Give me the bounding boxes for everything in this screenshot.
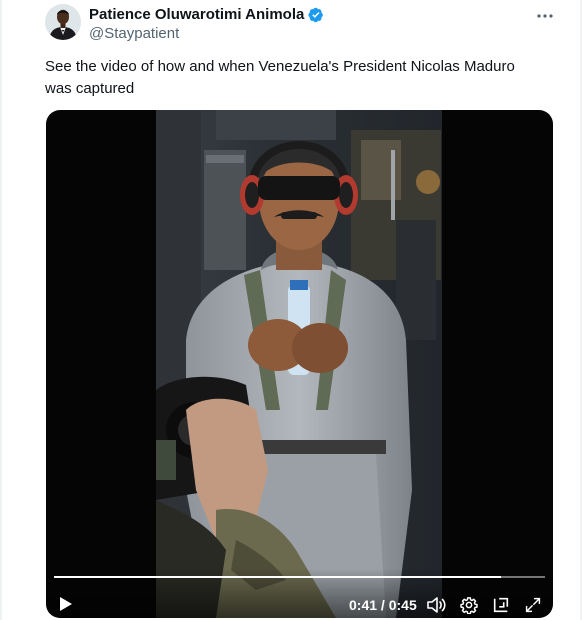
video-controls: 0:41 / 0:45	[46, 568, 553, 618]
video-frame-image	[156, 110, 442, 618]
video-progress-bar[interactable]	[54, 576, 545, 578]
video-time: 0:41 / 0:45	[349, 596, 417, 614]
author-name[interactable]: Patience Oluwarotimi Animola	[89, 6, 304, 24]
picture-in-picture-button[interactable]	[490, 594, 512, 616]
play-button[interactable]	[54, 592, 78, 616]
video-duration: 0:45	[388, 597, 417, 613]
avatar[interactable]	[45, 4, 81, 40]
settings-gear-icon	[460, 597, 478, 614]
settings-button[interactable]	[458, 594, 480, 616]
video-progress-fill	[54, 576, 502, 578]
tweet-card[interactable]: Patience Oluwarotimi Animola @Staypatien…	[0, 0, 582, 620]
picture-in-picture-icon	[493, 597, 509, 613]
fullscreen-icon	[525, 597, 541, 613]
volume-icon	[427, 597, 446, 613]
play-icon	[60, 597, 72, 611]
more-horizontal-icon	[537, 14, 553, 18]
video-frame[interactable]	[156, 110, 442, 618]
avatar-image	[45, 4, 81, 40]
more-options-button[interactable]	[535, 6, 555, 26]
video-current-time: 0:41	[349, 597, 378, 613]
author-name-row: Patience Oluwarotimi Animola	[89, 6, 324, 24]
video-time-separator: /	[377, 597, 389, 613]
volume-button[interactable]	[425, 594, 447, 616]
author-handle[interactable]: @Staypatient	[89, 25, 179, 43]
fullscreen-button[interactable]	[522, 594, 544, 616]
verified-badge-icon	[308, 7, 324, 23]
video-player[interactable]: 0:41 / 0:45	[46, 110, 553, 618]
tweet-text: See the video of how and when Venezuela'…	[45, 58, 515, 97]
